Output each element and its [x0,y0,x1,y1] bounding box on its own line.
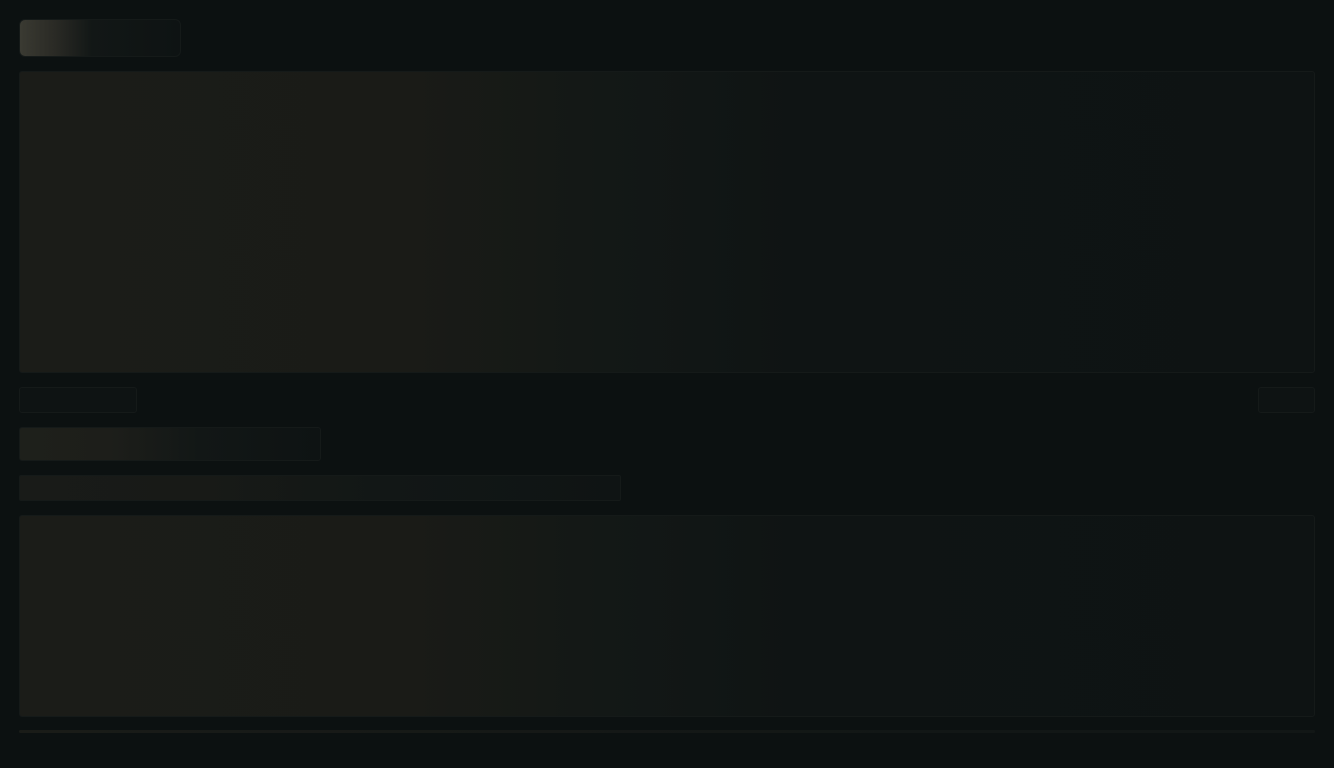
media-panel-placeholder [19,71,1315,373]
content-panel-placeholder [19,515,1315,717]
subheading-placeholder [19,475,621,501]
heading-placeholder [19,427,321,461]
right-action-placeholder [1258,387,1315,413]
left-action-placeholder [19,387,137,413]
loading-page [0,0,1334,768]
title-placeholder [19,19,181,57]
bottom-divider [19,730,1315,733]
